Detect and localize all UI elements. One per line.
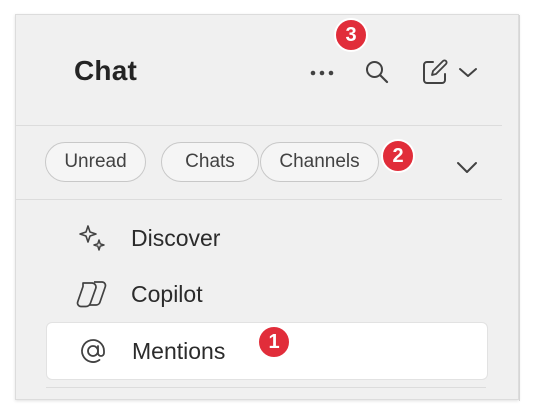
nav-item-label: Copilot — [131, 280, 203, 307]
more-options-button[interactable] — [306, 59, 338, 87]
callout-badge-3: 3 — [334, 18, 368, 52]
header-divider — [16, 125, 502, 126]
chevron-down-icon — [457, 162, 477, 173]
filter-expand-button[interactable] — [452, 155, 482, 179]
chevron-down-icon[interactable] — [457, 65, 479, 79]
panel-edge-divider — [519, 15, 520, 401]
more-horizontal-icon — [310, 70, 334, 76]
sparkle-icon — [74, 220, 110, 256]
compose-icon — [423, 59, 448, 84]
list-divider — [46, 387, 486, 388]
filter-chats[interactable]: Chats — [161, 142, 259, 182]
new-chat-button[interactable] — [420, 57, 480, 87]
callout-badge-2: 2 — [381, 139, 415, 173]
filters-divider — [16, 199, 502, 200]
nav-item-label: Discover — [131, 224, 221, 251]
nav-item-copilot[interactable]: Copilot — [46, 267, 488, 321]
page-title: Chat — [74, 55, 138, 86]
nav-item-discover[interactable]: Discover — [46, 211, 488, 265]
filter-channels[interactable]: Channels — [260, 142, 379, 182]
search-icon — [366, 61, 389, 84]
search-button[interactable] — [362, 57, 392, 87]
callout-badge-1: 1 — [257, 325, 291, 359]
nav-item-label: Mentions — [132, 337, 226, 364]
at-sign-icon — [75, 333, 111, 369]
copilot-icon — [74, 276, 110, 312]
chat-panel: Chat Unread Chats Channels Discover Copi… — [15, 14, 520, 401]
filter-unread[interactable]: Unread — [45, 142, 146, 182]
